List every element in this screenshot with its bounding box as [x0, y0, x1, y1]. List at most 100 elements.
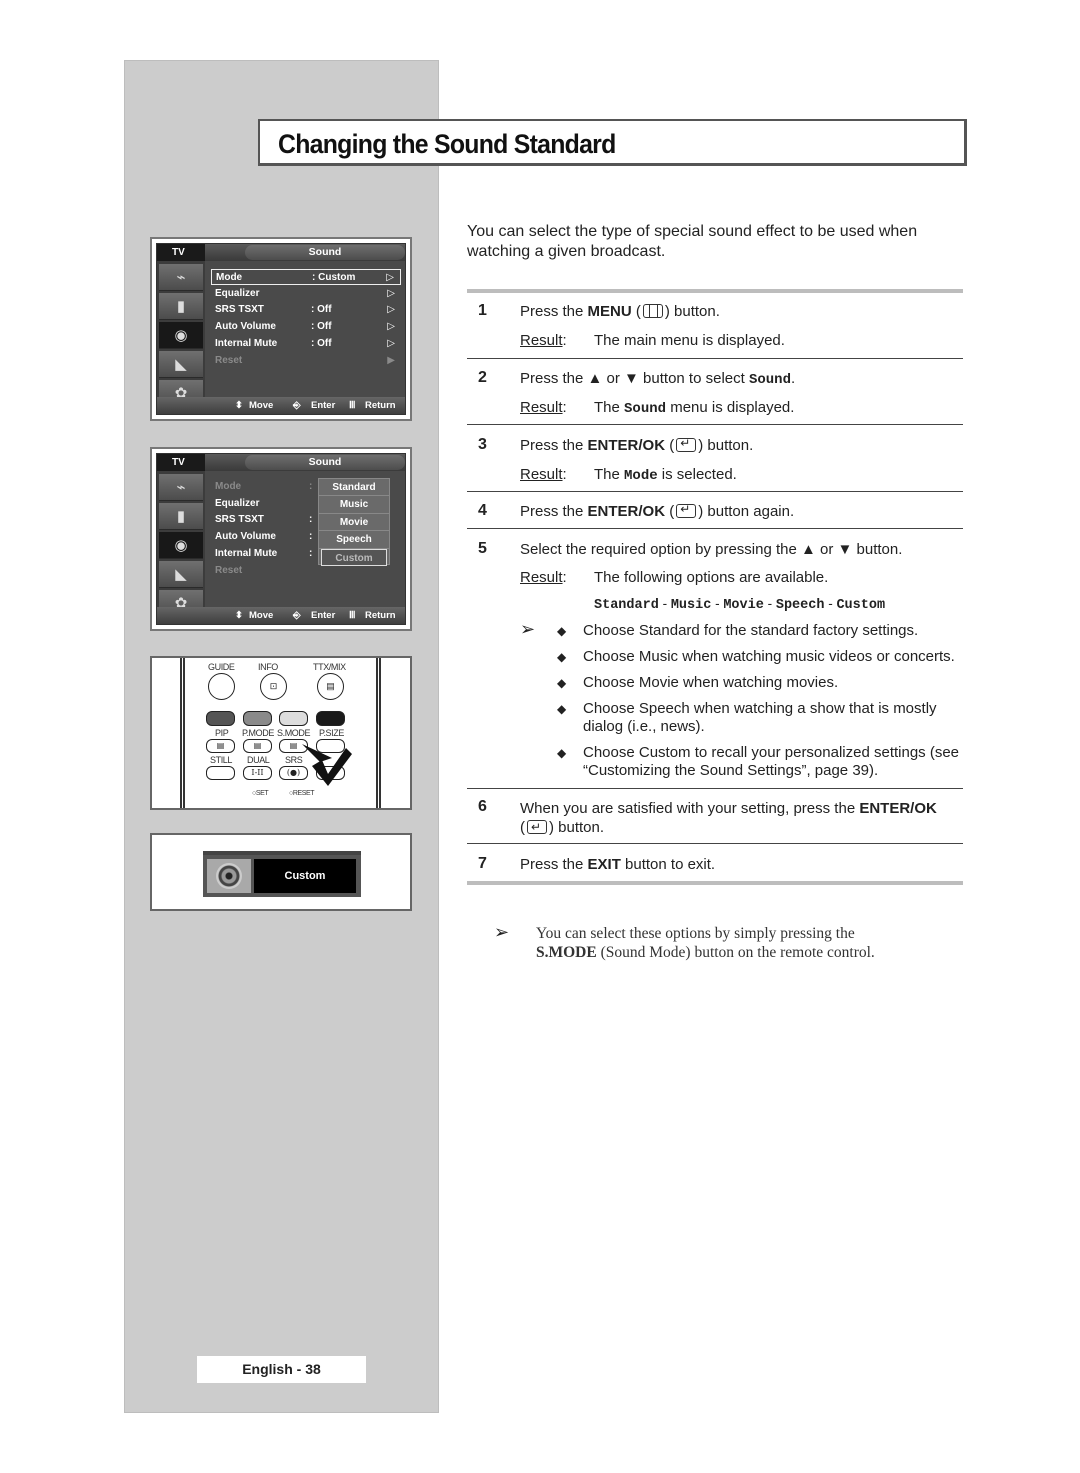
row-label: Reset	[215, 354, 243, 366]
option-name: Music	[670, 598, 712, 613]
row-colon: :	[309, 514, 313, 526]
row-colon: :	[309, 481, 313, 492]
enter-icon: ⎆	[293, 400, 301, 411]
pip-button: ▤	[206, 739, 235, 753]
osd-menu-row: Mode : Custom ▷	[211, 269, 401, 285]
step-7-text: Press the EXIT button to exit.	[520, 856, 716, 873]
ttx-mix-button: ▤	[317, 673, 344, 700]
enter-button-icon	[527, 818, 547, 837]
sound-mode-popup: Standard Music Movie Speech Custom	[318, 478, 390, 566]
picture-icon: ▮	[159, 503, 203, 530]
row-colon: :	[309, 531, 313, 543]
osd-sound-mode-popup: TV Sound ⌁ ▮ ◉ ◣ ✿ Mode: Equalizer SRS TSX…	[150, 447, 412, 631]
osd-menu-row: Auto Volume : Off ▷	[211, 319, 401, 335]
row-label: SRS TSXT	[215, 304, 264, 316]
step-number: 5	[478, 540, 487, 557]
remote-illustration: GUIDE INFO TTX/MIX ⊡ ▤ PIP P.MODE S.MODE…	[150, 656, 412, 810]
osd-sound-menu: TV Sound ⌁ ▮ ◉ ◣ ✿ Mode: Custom ▷ Equalize…	[150, 237, 412, 421]
note-arrow-icon: ➢	[494, 922, 510, 942]
step-number: 1	[478, 302, 487, 319]
option-description: Choose Movie when watching movies.	[583, 674, 839, 691]
popup-option: Standard	[319, 479, 389, 497]
step-number: 3	[478, 436, 487, 453]
step-number: 4	[478, 502, 487, 519]
step-5-text: Select the required option by pressing t…	[520, 541, 903, 558]
picture-icon: ▮	[159, 293, 203, 320]
divider	[467, 788, 963, 789]
option-description: Choose Music when watching music videos …	[583, 648, 955, 665]
result-label: Result:	[520, 332, 567, 349]
option-name: Speech	[775, 598, 825, 613]
row-value: : Custom	[312, 272, 356, 283]
row-label: Mode	[215, 481, 242, 492]
smode-label: S.MODE	[277, 728, 311, 738]
diamond-bullet-icon: ◆	[557, 624, 567, 638]
option-description: Choose Standard for the standard factory…	[583, 622, 919, 639]
step-6-text: When you are satisfied with your setting…	[520, 799, 960, 837]
osd-tab-sound: Sound	[245, 455, 405, 470]
remote-edge	[376, 658, 381, 808]
green-key	[243, 711, 272, 726]
row-value: : Off	[311, 321, 332, 333]
row-label: SRS TSXT	[215, 514, 264, 526]
still-label: STILL	[210, 755, 233, 765]
option-description: Choose Speech when watching a show that …	[583, 700, 937, 735]
psize-label: P.SIZE	[319, 728, 344, 738]
guide-button	[208, 673, 235, 700]
result-label: Result:	[520, 399, 567, 416]
result-label: Result:	[520, 466, 567, 483]
popup-option: Speech	[319, 531, 389, 549]
result-label: Result:	[520, 569, 567, 586]
pointer-checkmark-icon	[302, 744, 352, 786]
arrow-right-icon: ▷	[386, 272, 394, 283]
pip-label: PIP	[215, 728, 229, 738]
divider	[467, 528, 963, 529]
row-colon: :	[309, 547, 313, 559]
guide-label: GUIDE	[208, 662, 235, 672]
step-2-result: The Sound menu is displayed.	[594, 399, 795, 417]
step-5-result: The following options are available.	[594, 569, 829, 586]
channel-icon: ◣	[159, 351, 203, 378]
row-label: Auto Volume	[215, 321, 276, 333]
enter-button-icon	[676, 502, 697, 518]
popup-option: Custom	[321, 548, 387, 566]
arrow-right-icon: ▷	[387, 321, 395, 333]
divider	[467, 491, 963, 492]
dual-label: DUAL	[247, 755, 270, 765]
row-label: Reset	[215, 564, 243, 576]
speaker-icon: ◉	[159, 322, 203, 349]
arrow-right-icon: ▷	[387, 287, 395, 299]
channel-icon: ◣	[159, 561, 203, 588]
step-1-result: The main menu is displayed.	[594, 332, 785, 349]
return-icon: Ⅲ	[349, 610, 356, 621]
srs-label: SRS	[285, 755, 303, 765]
mode-indicator-label: Custom	[254, 859, 356, 893]
popup-option: Movie	[319, 514, 389, 532]
menu-button-icon	[642, 304, 663, 318]
input-plug-icon: ⌁	[159, 264, 203, 291]
diamond-bullet-icon: ◆	[557, 746, 567, 760]
yellow-key	[279, 711, 308, 726]
osd-footer: ⬍ Move ⎆ Enter Ⅲ Return	[157, 397, 405, 414]
row-label: Mode	[216, 272, 243, 283]
footer-return: Return	[365, 400, 396, 411]
divider	[467, 843, 963, 844]
speaker-icon	[207, 859, 251, 893]
step-1-text: Press the MENU () button.	[520, 303, 720, 320]
blue-key	[316, 711, 345, 726]
row-value: : Off	[311, 337, 332, 349]
set-label: ○SET	[252, 790, 269, 797]
enter-button-icon	[676, 436, 697, 452]
return-icon: Ⅲ	[349, 400, 356, 411]
footer-move: Move	[249, 400, 274, 411]
step-3-result: The Mode is selected.	[594, 466, 737, 484]
step-4-text: Press the ENTER/OK () button again.	[520, 502, 794, 520]
osd-menu-row: Internal Mute: Off ▷	[211, 336, 401, 352]
osd-menu-row: SRS TSXT: Off ▷	[211, 302, 401, 318]
step-2-text: Press the ▲ or ▼ button to select Sound.	[520, 370, 796, 388]
osd-menu-row: Equalizer ▷	[211, 286, 401, 302]
footer-move: Move	[249, 610, 274, 621]
step-3-text: Press the ENTER/OK () button.	[520, 436, 753, 454]
row-label: Internal Mute	[215, 547, 278, 559]
still-button	[206, 766, 235, 780]
